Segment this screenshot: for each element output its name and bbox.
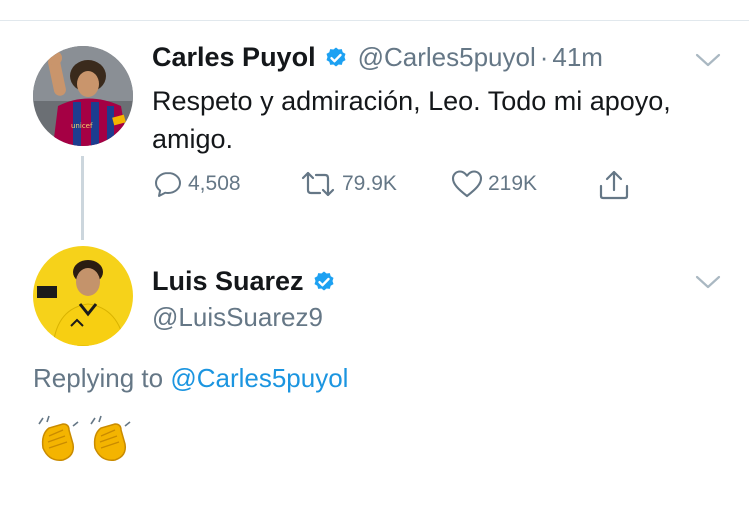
reply-author-handle[interactable]: @LuisSuarez9 (152, 302, 323, 333)
tweet-header: Carles Puyol @Carles5puyol · 41m (152, 42, 603, 73)
avatar-carles-puyol[interactable]: unicef (33, 46, 133, 146)
like-icon (451, 170, 483, 198)
top-divider (0, 20, 749, 21)
replying-to-mention-link[interactable]: @Carles5puyol (170, 363, 348, 393)
replying-to-line: Replying to @Carles5puyol (33, 363, 348, 394)
share-button[interactable] (596, 168, 636, 202)
replying-to-label: Replying to (33, 363, 164, 393)
reply-author-name[interactable]: Luis Suarez (152, 266, 304, 297)
clapping-hands-emoji (90, 415, 131, 461)
author-name[interactable]: Carles Puyol (152, 42, 316, 73)
chevron-down-icon[interactable] (695, 274, 721, 290)
verified-badge-icon (324, 46, 348, 70)
verified-badge-icon (312, 270, 336, 294)
retweet-button[interactable]: 79.9K (298, 168, 397, 200)
svg-text:unicef: unicef (71, 122, 93, 130)
separator-dot: · (539, 42, 549, 72)
reply-icon (155, 172, 181, 197)
reply-header: Luis Suarez (152, 266, 336, 297)
avatar-luis-suarez[interactable] (33, 246, 133, 346)
retweet-count: 79.9K (342, 172, 397, 195)
retweet-icon (301, 171, 335, 197)
tweet-body-text: Respeto y admiración, Leo. Todo mi apoyo… (152, 86, 671, 154)
share-icon (599, 170, 629, 200)
thread-connector-line (81, 156, 84, 240)
tweet-timestamp[interactable]: 41m (552, 42, 603, 73)
chevron-down-icon[interactable] (695, 52, 721, 68)
tweet-actions-bar: 4,508 79.9K 219K (152, 168, 652, 204)
like-count: 219K (488, 172, 538, 195)
reply-button[interactable]: 4,508 (152, 168, 241, 200)
clapping-hands-emoji (38, 415, 79, 461)
reply-count: 4,508 (188, 172, 241, 195)
like-button[interactable]: 219K (450, 168, 537, 200)
author-handle[interactable]: @Carles5puyol (358, 42, 536, 73)
reply-body-emoji (33, 414, 137, 464)
